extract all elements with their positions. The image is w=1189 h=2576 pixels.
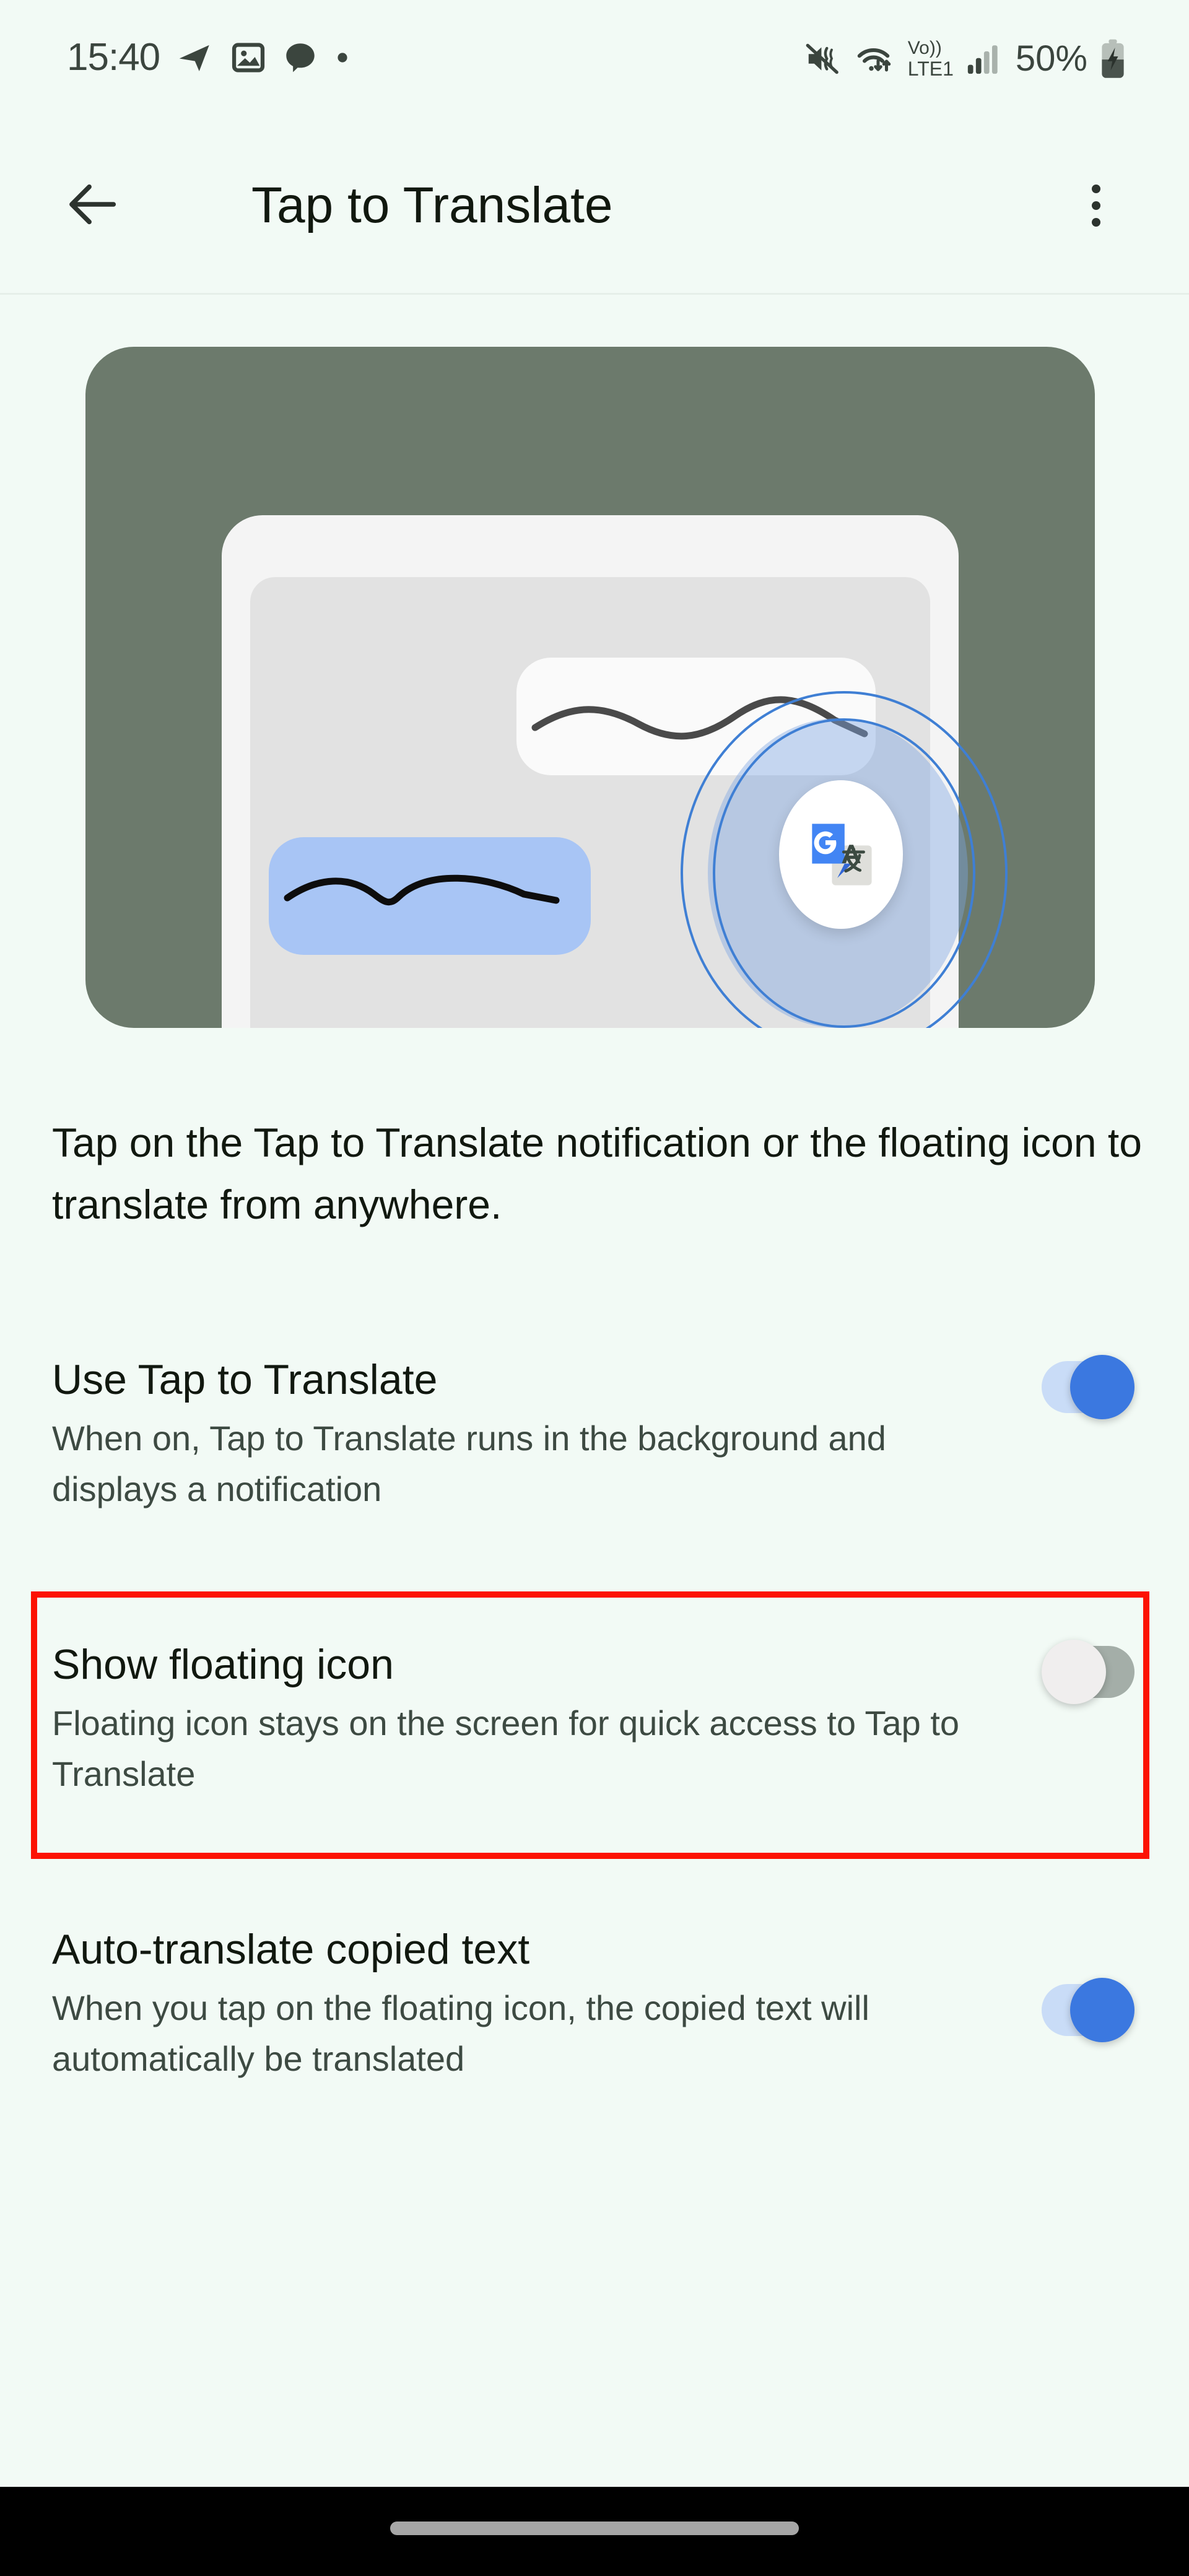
volte-label-bottom: LTE1 xyxy=(907,58,954,80)
toggle-auto-translate-copied-text[interactable] xyxy=(1042,1973,1135,2047)
toggle-knob xyxy=(1070,1978,1135,2042)
signal-bars-icon xyxy=(965,41,1001,77)
battery-percent-label: 50% xyxy=(1015,38,1087,79)
setting-text-block: Show floating icon Floating icon stays o… xyxy=(52,1635,1042,1799)
setting-row-use-tap-to-translate[interactable]: Use Tap to Translate When on, Tap to Tra… xyxy=(0,1350,1189,1515)
setting-title: Auto-translate copied text xyxy=(52,1926,530,1973)
toggle-knob xyxy=(1042,1640,1106,1704)
app-bar: Tap to Translate xyxy=(0,118,1189,295)
wifi-data-icon xyxy=(853,40,897,78)
squiggle-line-black xyxy=(284,874,560,906)
battery-charging-icon xyxy=(1099,38,1127,79)
status-clock: 15:40 xyxy=(67,36,160,79)
status-bar: 15:40 Vo)) LTE1 50% xyxy=(0,0,1189,118)
google-translate-icon xyxy=(812,824,872,886)
status-bar-right: Vo)) LTE1 50% xyxy=(804,38,1127,79)
setting-text-block: Use Tap to Translate When on, Tap to Tra… xyxy=(52,1350,1042,1515)
setting-subtitle: Floating icon stays on the screen for qu… xyxy=(52,1704,960,1793)
system-navigation-bar xyxy=(0,2487,1189,2576)
volte-icon: Vo)) LTE1 xyxy=(908,39,954,79)
setting-subtitle: When you tap on the floating icon, the c… xyxy=(52,1988,869,2078)
chat-bubble-icon xyxy=(282,40,318,76)
setting-subtitle: When on, Tap to Translate runs in the ba… xyxy=(52,1419,886,1508)
hero-illustration xyxy=(85,347,1095,1028)
setting-row-show-floating-icon[interactable]: Show floating icon Floating icon stays o… xyxy=(0,1635,1189,1799)
mute-vibrate-icon xyxy=(804,40,842,78)
arrow-left-icon xyxy=(62,173,124,238)
google-translate-fab[interactable] xyxy=(779,780,903,929)
setting-row-auto-translate-copied-text[interactable]: Auto-translate copied text When you tap … xyxy=(0,1920,1189,2084)
send-icon xyxy=(176,38,214,77)
toggle-use-tap-to-translate[interactable] xyxy=(1042,1350,1135,1424)
volte-label-top: Vo)) xyxy=(907,38,942,58)
phone-screen: 15:40 Vo)) LTE1 50% Tap to Translate Tap… xyxy=(0,0,1189,2576)
dot-icon xyxy=(334,50,351,66)
image-icon xyxy=(230,40,266,76)
status-bar-left: 15:40 xyxy=(67,38,351,77)
toggle-show-floating-icon[interactable] xyxy=(1042,1635,1135,1709)
setting-title: Use Tap to Translate xyxy=(52,1356,438,1403)
page-title: Tap to Translate xyxy=(251,177,613,233)
description-text: Tap on the Tap to Translate notification… xyxy=(52,1120,1142,1227)
toggle-knob xyxy=(1070,1355,1135,1419)
overflow-menu-button[interactable] xyxy=(1060,170,1132,242)
back-button[interactable] xyxy=(57,170,129,242)
more-vertical-icon xyxy=(1092,185,1100,227)
setting-title: Show floating icon xyxy=(52,1641,394,1688)
setting-text-block: Auto-translate copied text When you tap … xyxy=(52,1920,1042,2084)
home-gesture-pill[interactable] xyxy=(390,2522,799,2535)
